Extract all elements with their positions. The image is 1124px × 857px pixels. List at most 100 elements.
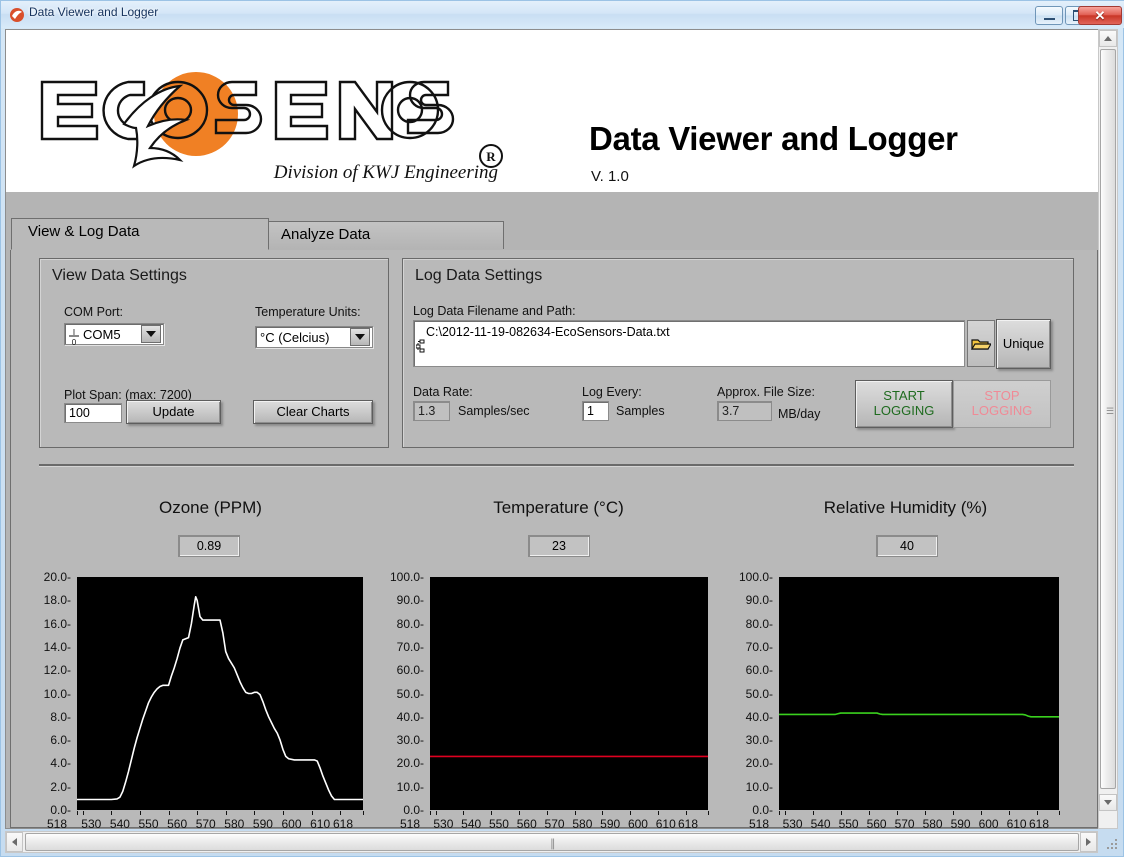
log-every-input[interactable]: 1 (582, 401, 609, 421)
y-tick-label: 80.0- (378, 617, 424, 631)
x-tick-mark (491, 811, 492, 815)
y-tick-label: 60.0- (378, 663, 424, 677)
stop-logging-line2: LOGGING (972, 404, 1033, 419)
vertical-scrollbar[interactable]: ☰ (1098, 29, 1118, 829)
io-refnum-icon: I0 (67, 327, 81, 345)
unique-button-label: Unique (1003, 337, 1044, 352)
x-tick-mark (708, 811, 709, 815)
tab-analyze-data-label: Analyze Data (281, 226, 370, 243)
x-tick-label: 618 (323, 817, 363, 829)
x-tick-mark (363, 811, 364, 815)
data-rate-label: Data Rate: (413, 385, 473, 399)
folder-icon (971, 336, 991, 352)
plot-area-ozone[interactable] (77, 577, 363, 810)
y-tick-label: 8.0- (25, 710, 71, 724)
y-tick-label: 0.0- (25, 803, 71, 817)
scroll-up-button[interactable] (1099, 30, 1117, 47)
data-rate-value: 1.3 (413, 401, 450, 421)
resize-grip-icon[interactable] (1105, 837, 1119, 851)
x-tick-mark (340, 811, 341, 815)
scroll-grip-icon: ☰ (1106, 410, 1114, 413)
unique-filename-button[interactable]: Unique (996, 319, 1051, 369)
clear-charts-button[interactable]: Clear Charts (253, 400, 373, 424)
browse-folder-button[interactable] (967, 320, 995, 367)
x-tick-mark (436, 811, 437, 815)
window-title: Data Viewer and Logger (29, 5, 158, 19)
chart-indicator-relative-humidity: 40 (876, 535, 938, 557)
logo-tagline: Division of KWJ Engineering (273, 162, 498, 183)
chart-title-ozone: Ozone (PPM) (38, 498, 383, 518)
log-filename-label: Log Data Filename and Path: (413, 304, 576, 318)
svg-text:0: 0 (72, 338, 77, 345)
y-tick-label: 10.0- (378, 780, 424, 794)
file-size-value: 3.7 (717, 401, 772, 421)
stop-logging-button[interactable]: STOP LOGGING (953, 380, 1051, 428)
tab-view-log-data-label: View & Log Data (28, 223, 139, 240)
chart-indicator-temperature: 23 (528, 535, 590, 557)
x-tick-mark (785, 811, 786, 815)
start-logging-button[interactable]: START LOGGING (855, 380, 953, 428)
x-tick-mark (897, 811, 898, 815)
scroll-left-button[interactable] (6, 832, 23, 852)
chevron-down-icon[interactable] (350, 328, 370, 346)
x-tick-mark (813, 811, 814, 815)
file-size-label: Approx. File Size: (717, 385, 815, 399)
x-tick-mark (254, 811, 255, 815)
y-tick-label: 20.0- (378, 756, 424, 770)
vertical-scroll-thumb[interactable]: ☰ (1100, 49, 1116, 789)
x-tick-mark (658, 811, 659, 815)
y-tick-label: 70.0- (727, 640, 773, 654)
plot-trace-ozone (77, 577, 363, 810)
y-tick-label: 12.0- (25, 663, 71, 677)
y-tick-label: 16.0- (25, 617, 71, 631)
tab-view-log-data[interactable]: View & Log Data (11, 218, 269, 250)
horizontal-scrollbar[interactable]: ∥ (5, 831, 1098, 853)
update-button[interactable]: Update (126, 400, 221, 424)
x-tick-mark (841, 811, 842, 815)
plot-area-temperature[interactable] (430, 577, 708, 810)
horizontal-scroll-thumb[interactable]: ∥ (25, 833, 1079, 851)
y-tick-label: 30.0- (378, 733, 424, 747)
y-tick-label: 18.0- (25, 593, 71, 607)
x-tick-mark (226, 811, 227, 815)
y-tick-label: 50.0- (727, 687, 773, 701)
scroll-down-button[interactable] (1099, 794, 1117, 811)
x-tick-mark (169, 811, 170, 815)
minimize-button[interactable] (1035, 6, 1063, 25)
y-tick-label: 2.0- (25, 780, 71, 794)
update-button-label: Update (153, 405, 195, 420)
y-tick-label: 10.0- (727, 780, 773, 794)
y-tick-label: 20.0- (727, 756, 773, 770)
temperature-units-dropdown[interactable]: °C (Celcius) (255, 326, 373, 348)
application-window: Data Viewer and Logger ✕ (0, 0, 1124, 857)
y-tick-label: 40.0- (727, 710, 773, 724)
y-tick-label: 60.0- (727, 663, 773, 677)
log-data-settings-title: Log Data Settings (415, 267, 542, 285)
plot-area-relative-humidity[interactable] (779, 577, 1059, 810)
x-tick-label: 618 (668, 817, 708, 829)
temperature-units-value: °C (Celcius) (256, 330, 350, 345)
plot-span-input[interactable]: 100 (64, 403, 122, 423)
plot-trace-relative-humidity (779, 577, 1059, 810)
x-tick-mark (925, 811, 926, 815)
close-button[interactable]: ✕ (1078, 6, 1122, 25)
scroll-right-button[interactable] (1080, 832, 1097, 852)
chevron-right-icon (1086, 838, 1091, 846)
x-tick-mark (630, 811, 631, 815)
x-tick-mark (953, 811, 954, 815)
window-titlebar[interactable]: Data Viewer and Logger ✕ (1, 1, 1124, 28)
chart-title-relative-humidity: Relative Humidity (%) (733, 498, 1078, 518)
tab-analyze-data[interactable]: Analyze Data (264, 221, 504, 249)
ecosensors-logo: R Division of KWJ Engineering (28, 66, 508, 186)
com-port-dropdown[interactable]: I0 COM5 (64, 323, 164, 345)
y-tick-label: 100.0- (378, 570, 424, 584)
x-tick-mark (77, 811, 78, 815)
y-tick-label: 20.0- (25, 570, 71, 584)
x-tick-mark (575, 811, 576, 815)
log-filename-input[interactable]: C:\2012-11-19-082634-EcoSensors-Data.txt (413, 320, 965, 367)
minimize-icon (1036, 7, 1062, 24)
chevron-down-icon[interactable] (141, 325, 161, 343)
x-tick-mark (1009, 811, 1010, 815)
y-tick-label: 90.0- (378, 593, 424, 607)
x-tick-mark (83, 811, 84, 815)
